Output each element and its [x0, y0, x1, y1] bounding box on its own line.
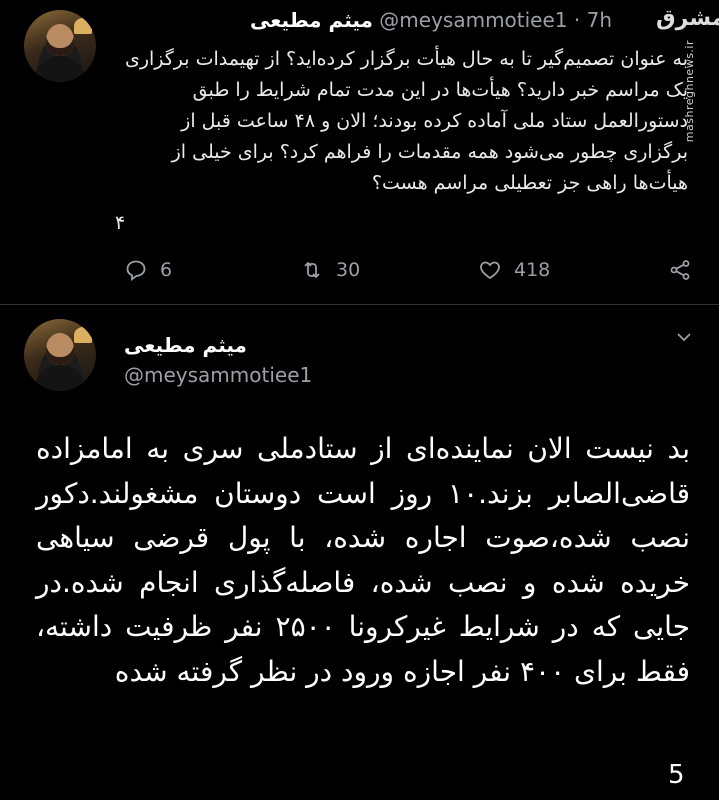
timestamp[interactable]: 7h — [587, 8, 612, 32]
reply-icon — [126, 260, 146, 282]
heart-icon — [480, 261, 500, 280]
tweet-1[interactable]: میثم مطیعی @meysammotiee1 · 7h به عنوان … — [0, 0, 719, 305]
author-handle[interactable]: @meysammotiee1 — [124, 363, 312, 387]
retweet-count: 30 — [336, 259, 361, 281]
watermark-site: mashreghnews.ir — [683, 40, 696, 143]
avatar[interactable] — [24, 10, 96, 82]
reply-count: 6 — [160, 259, 173, 281]
author-handle[interactable]: @meysammotiee1 — [379, 8, 567, 32]
retweet-button[interactable]: 30 — [300, 258, 360, 282]
share-button[interactable] — [668, 258, 692, 282]
chevron-down-icon[interactable] — [674, 327, 694, 347]
tweet-2-text: بد نیست الان نماینده‌ای از ستادملی سری ب… — [36, 432, 690, 688]
reply-button[interactable]: 6 — [124, 258, 172, 282]
tweet-1-header: میثم مطیعی @meysammotiee1 · 7h — [250, 8, 612, 32]
thread-number: ۴ — [115, 212, 126, 234]
tweet-1-actions: 6 30 418 — [124, 258, 700, 286]
watermark-logo: مشرق — [656, 6, 719, 31]
like-button[interactable]: 418 — [478, 258, 550, 282]
share-icon — [670, 260, 690, 280]
author-name[interactable]: میثم مطیعی — [250, 8, 373, 32]
thread-number: 5 — [668, 760, 685, 790]
tweet-2[interactable]: میثم مطیعی @meysammotiee1 بد نیست الان ن… — [0, 305, 719, 800]
tweet-1-text: به عنوان تصمیم‌گیر تا به حال هیأت برگزار… — [124, 48, 688, 194]
avatar[interactable] — [24, 319, 96, 391]
timestamp-separator: · — [573, 8, 581, 32]
like-count: 418 — [514, 259, 551, 281]
retweet-icon — [304, 261, 320, 279]
author-name[interactable]: میثم مطیعی — [124, 333, 247, 357]
